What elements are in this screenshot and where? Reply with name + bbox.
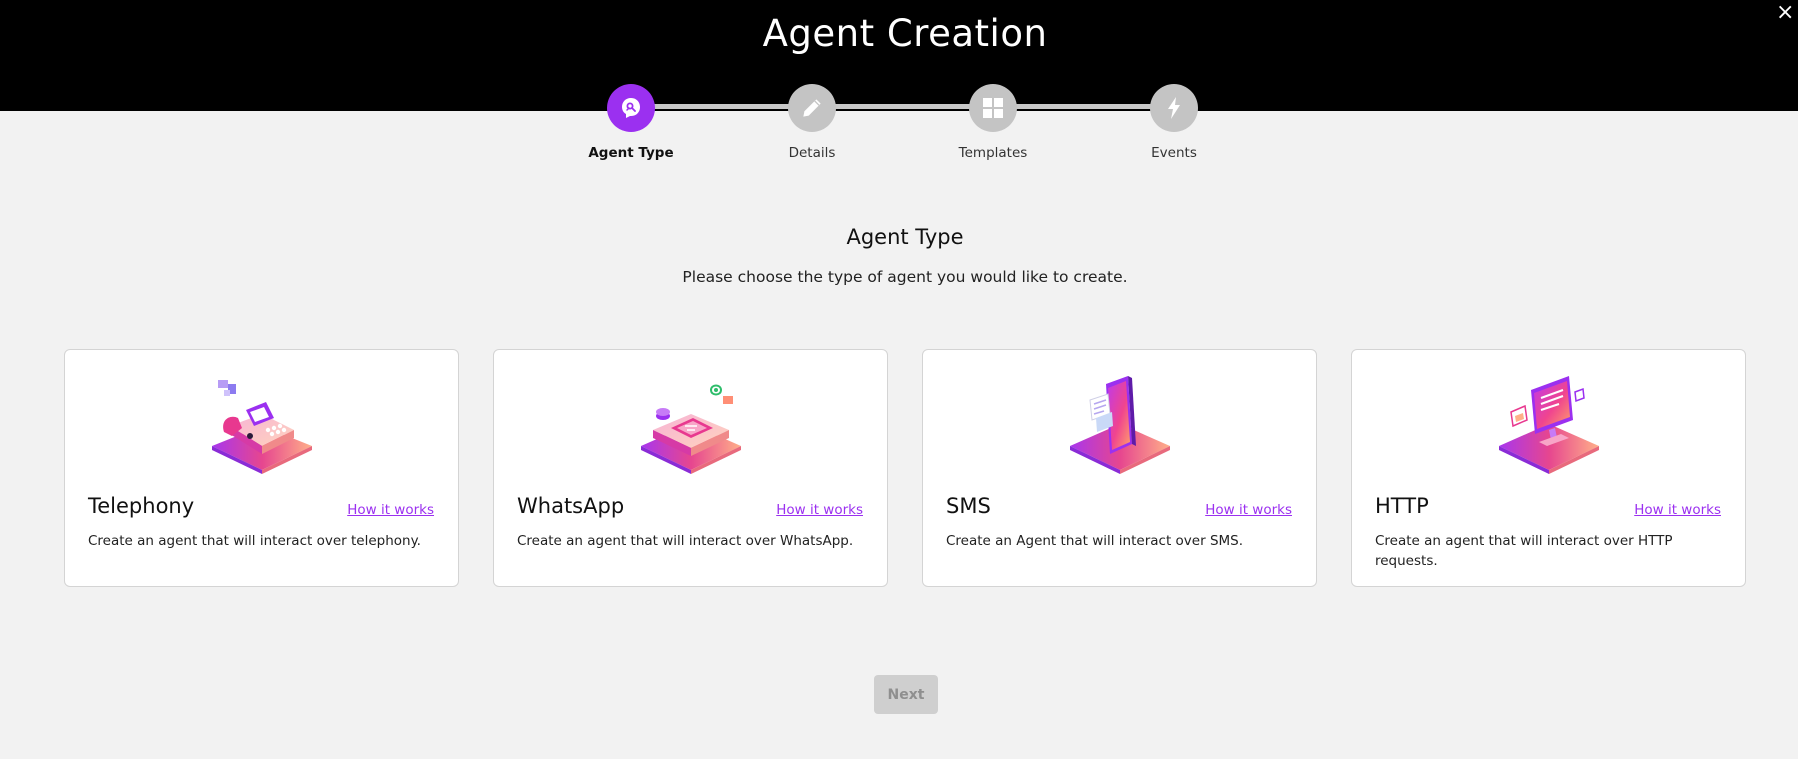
card-description: Create an agent that will interact over … (1375, 533, 1673, 569)
card-description: Create an agent that will interact over … (88, 533, 421, 549)
stepper: Agent Type Details Templates Events (0, 84, 1798, 164)
step-label: Templates (958, 145, 1028, 161)
next-button[interactable]: Next (874, 675, 938, 714)
how-it-works-link[interactable]: How it works (347, 502, 434, 518)
whatsapp-illustration (494, 374, 887, 474)
how-it-works-link[interactable]: How it works (1205, 502, 1292, 518)
pencil-icon (788, 84, 836, 132)
http-illustration (1352, 374, 1745, 474)
how-it-works-link[interactable]: How it works (776, 502, 863, 518)
step-agent-type[interactable]: Agent Type (566, 84, 696, 161)
step-details[interactable]: Details (747, 84, 877, 161)
card-description: Create an agent that will interact over … (517, 533, 854, 549)
step-label: Agent Type (588, 145, 674, 161)
lightning-icon (1150, 84, 1198, 132)
card-title: SMS (946, 494, 991, 518)
agent-type-icon (607, 84, 655, 132)
section-title: Agent Type (846, 225, 964, 249)
card-description: Create an Agent that will interact over … (946, 533, 1244, 549)
step-label: Events (1151, 145, 1197, 161)
card-http[interactable]: HTTP How it works Create an agent that w… (1351, 349, 1746, 587)
card-telephony[interactable]: Telephony How it works Create an agent t… (64, 349, 459, 587)
stepper-track (631, 104, 1174, 109)
page-title: Agent Creation (762, 12, 1048, 55)
card-title: WhatsApp (517, 494, 625, 518)
card-whatsapp[interactable]: WhatsApp How it works Create an agent th… (493, 349, 888, 587)
card-title: HTTP (1375, 494, 1429, 518)
step-label: Details (788, 145, 836, 161)
sms-illustration (923, 374, 1316, 474)
how-it-works-link[interactable]: How it works (1634, 502, 1721, 518)
section-subtitle: Please choose the type of agent you woul… (682, 268, 1128, 286)
card-title: Telephony (88, 494, 195, 518)
step-templates[interactable]: Templates (928, 84, 1058, 161)
grid-icon (969, 84, 1017, 132)
telephone-illustration (65, 374, 458, 474)
step-events[interactable]: Events (1109, 84, 1239, 161)
close-icon[interactable]: × (1776, 0, 1798, 28)
card-sms[interactable]: SMS How it works Create an Agent that wi… (922, 349, 1317, 587)
